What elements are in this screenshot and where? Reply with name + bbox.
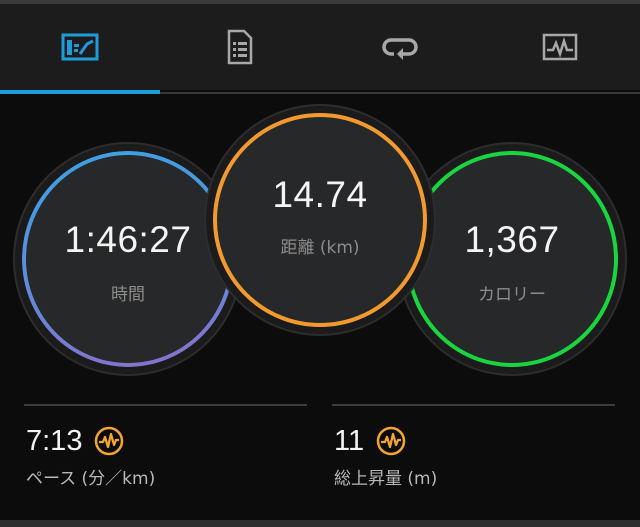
time-value: 1:46:27 bbox=[64, 219, 192, 260]
pace-label: ペース (分／km) bbox=[26, 469, 156, 489]
elevation-stat[interactable]: 11 総上昇量 (m) bbox=[332, 404, 615, 506]
calories-value: 1,367 bbox=[464, 219, 560, 260]
distance-label: 距離 (km) bbox=[280, 238, 360, 258]
tab-laps[interactable] bbox=[320, 4, 480, 90]
pace-value: 7:13 bbox=[26, 424, 83, 457]
time-label: 時間 bbox=[111, 285, 145, 305]
pace-stat[interactable]: 7:13 ペース (分／km) bbox=[24, 404, 307, 506]
tab-details[interactable] bbox=[160, 4, 320, 90]
document-list-icon bbox=[227, 29, 253, 65]
bottom-edge bbox=[0, 520, 640, 527]
time-ring[interactable]: 1:46:27 時間 bbox=[22, 151, 234, 367]
tab-divider bbox=[160, 92, 640, 94]
active-tab-indicator bbox=[0, 90, 160, 94]
loop-arrow-icon bbox=[382, 38, 418, 60]
heart-pulse-badge-icon bbox=[95, 426, 124, 456]
distance-ring[interactable]: 14.74 距離 (km) bbox=[213, 113, 427, 327]
stats-chart-icon bbox=[61, 33, 99, 61]
tab-graphs[interactable] bbox=[480, 4, 640, 90]
pulse-graph-icon bbox=[542, 33, 578, 61]
elevation-value: 11 bbox=[334, 424, 365, 457]
heart-pulse-badge-icon bbox=[376, 426, 406, 456]
elevation-label: 総上昇量 (m) bbox=[334, 469, 438, 489]
tab-bar bbox=[0, 0, 640, 94]
distance-value: 14.74 bbox=[272, 174, 368, 215]
tab-stats[interactable] bbox=[0, 4, 160, 90]
calories-label: カロリー bbox=[478, 285, 546, 305]
calories-ring[interactable]: 1,367 カロリー bbox=[406, 151, 618, 367]
